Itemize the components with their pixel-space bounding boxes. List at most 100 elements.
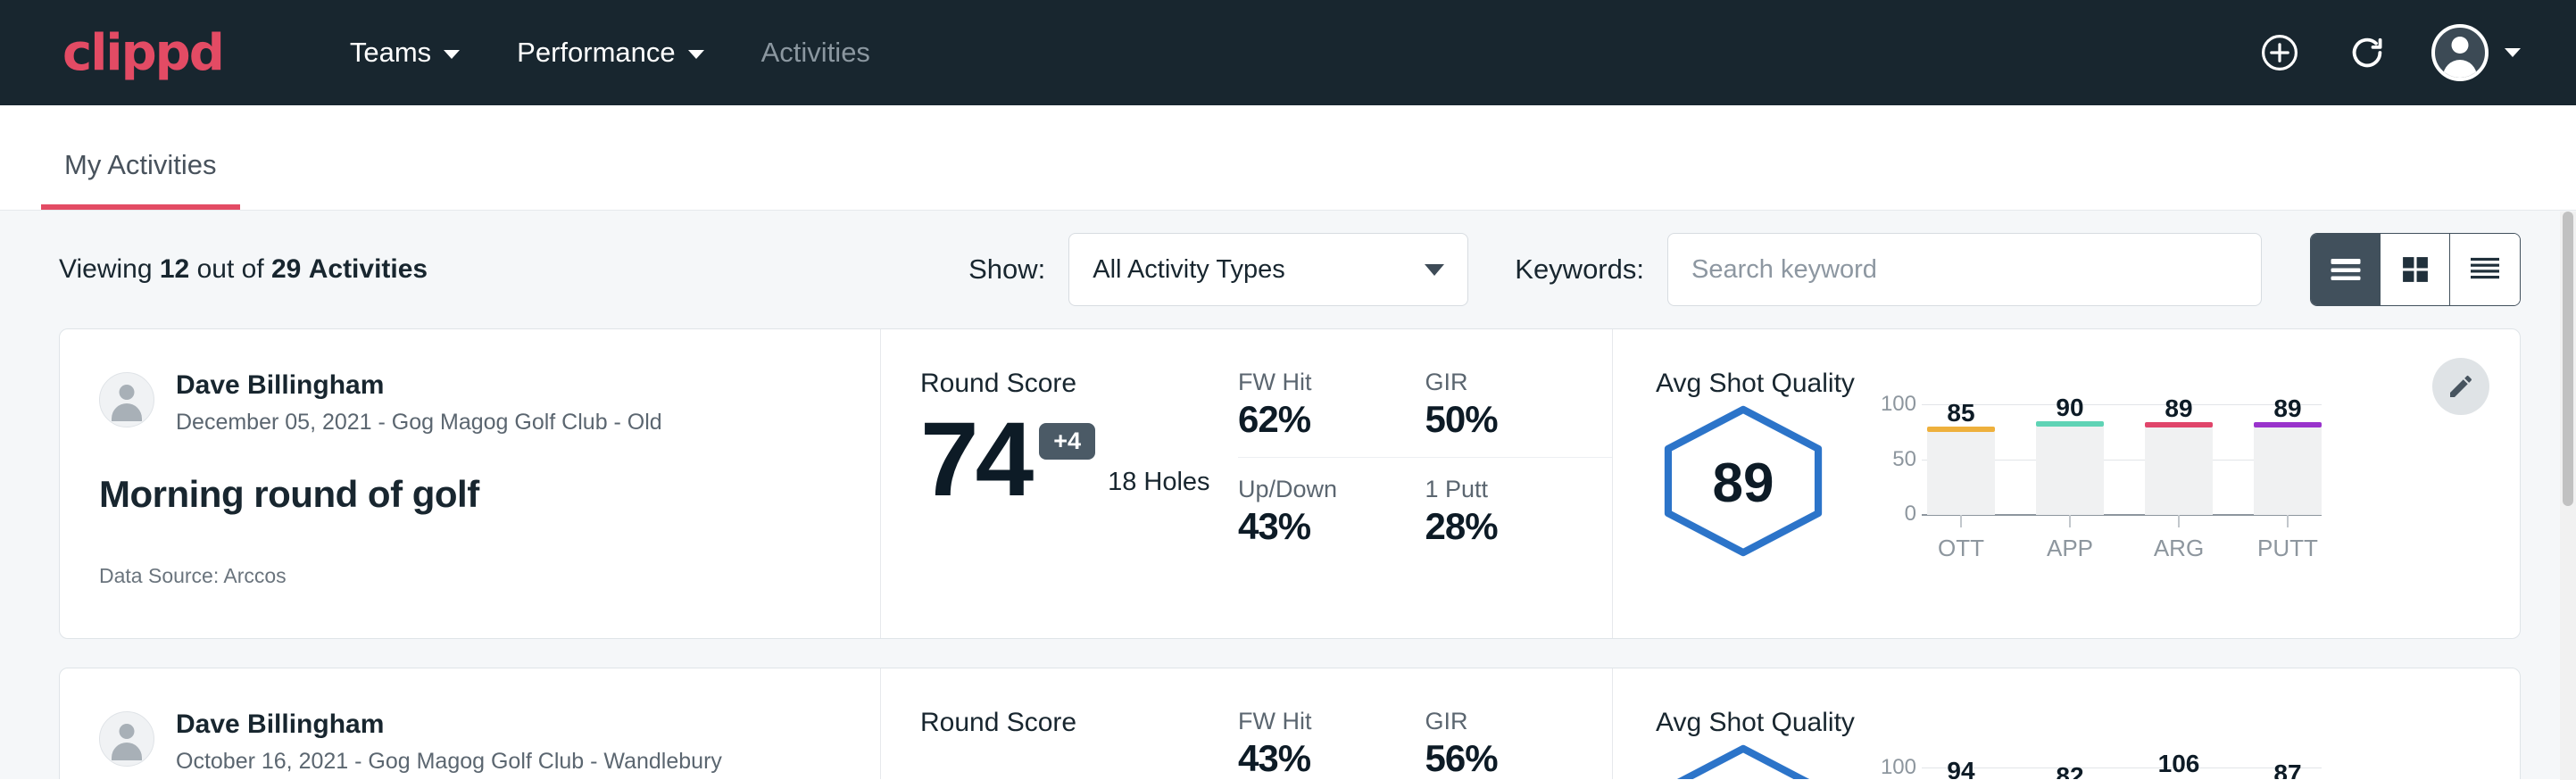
xlabel-arg: ARG [2145, 535, 2213, 562]
nav-item-performance[interactable]: Performance [488, 37, 732, 69]
view-mode-toggle-group [2310, 233, 2521, 306]
chart-plot-area: 100 50 0 85 90 [1875, 404, 2322, 515]
chart-tickmarks [1927, 515, 2322, 527]
stat-value: 50% [1425, 398, 1559, 441]
bar-app: 90 [2036, 404, 2104, 515]
nav-item-activities[interactable]: Activities [733, 37, 899, 69]
profile-header: Dave Billingham October 16, 2021 - Gog M… [99, 708, 837, 775]
shot-quality-value: 89 [1656, 404, 1831, 562]
bar-ott: 85 [1927, 404, 1995, 515]
bar-value: 94 [1927, 757, 1995, 780]
round-score-label: Round Score [920, 369, 1238, 399]
viewing-prefix: Viewing [59, 254, 153, 284]
avatar [99, 711, 154, 767]
stat-up-down: Up/Down 43% [1238, 458, 1425, 548]
chart-bars: 85 90 [1927, 404, 2322, 515]
list-view-icon[interactable] [2311, 234, 2381, 305]
bar-body [2254, 427, 2322, 515]
avg-shot-quality-column: Avg Shot Quality 100 94 [1613, 668, 2520, 779]
avatar-body [2443, 60, 2477, 81]
stat-label: FW Hit [1238, 369, 1372, 396]
shot-quality-bar-chart: 100 50 0 85 90 [1875, 404, 2322, 562]
bar-cap [2145, 422, 2213, 427]
show-label: Show: [968, 253, 1045, 286]
bar-value: 89 [2145, 394, 2213, 423]
nav-item-teams[interactable]: Teams [321, 37, 488, 69]
stat-fw-hit: FW Hit 62% [1238, 369, 1425, 458]
tab-bar: My Activities [0, 105, 2576, 211]
bar-value: 85 [1927, 399, 1995, 427]
score-differential-badge: +4 [1039, 423, 1095, 460]
player-name: Dave Billingham [176, 708, 722, 742]
nav-label-performance: Performance [517, 37, 675, 69]
stat-value: 43% [1238, 737, 1372, 779]
tickmark [2036, 515, 2104, 527]
stat-label: GIR [1425, 369, 1559, 396]
top-navigation-bar: clippd Teams Performance Activities [0, 0, 2576, 105]
chevron-down-icon [1425, 264, 1444, 276]
filters-right-group: Show: All Activity Types Keywords: [968, 233, 2521, 306]
stat-label: Up/Down [1238, 476, 1372, 503]
tab-my-activities[interactable]: My Activities [41, 149, 240, 210]
bar-value: 106 [2145, 750, 2213, 778]
bar-app: 82 [2036, 768, 2104, 780]
avg-shot-quality-label: Avg Shot Quality [1656, 708, 2520, 738]
data-source: Data Source: Arccos [99, 564, 837, 588]
chevron-down-icon [2505, 48, 2521, 57]
avatar [2431, 24, 2489, 81]
search-keyword-box[interactable] [1667, 233, 2262, 306]
bar-value: 90 [2036, 394, 2104, 422]
search-input[interactable] [1691, 255, 2238, 285]
xlabel-ott: OTT [1927, 535, 1995, 562]
stat-value: 56% [1425, 737, 1559, 779]
bar-value: 82 [2036, 762, 2104, 780]
avg-shot-quality-body: 89 100 50 0 85 [1656, 404, 2520, 562]
avatar-head [2452, 37, 2469, 54]
grid-view-icon[interactable] [2381, 234, 2450, 305]
keywords-label: Keywords: [1515, 253, 1644, 286]
ytick-100: 100 [1875, 392, 1916, 417]
shot-quality-bar-chart: 100 94 82 106 [1875, 768, 2322, 780]
ytick-100: 100 [1875, 755, 1916, 780]
avg-shot-quality-column: Avg Shot Quality 89 100 50 0 [1613, 329, 2520, 638]
stat-one-putt: 1 Putt 28% [1425, 458, 1613, 548]
stat-value: 62% [1238, 398, 1372, 441]
page-scrollbar[interactable] [2560, 212, 2576, 780]
viewing-count-text: Viewing 12 out of 29 Activities [59, 254, 428, 285]
stat-fw-hit: FW Hit 43% [1238, 708, 1425, 779]
account-menu[interactable] [2431, 24, 2521, 81]
avatar-head [120, 724, 135, 739]
bar-putt: 89 [2254, 404, 2322, 515]
bar-body [1927, 432, 1995, 515]
profile-header: Dave Billingham December 05, 2021 - Gog … [99, 369, 837, 436]
activity-type-select[interactable]: All Activity Types [1068, 233, 1468, 306]
nav-actions [2256, 24, 2521, 81]
viewing-mid: out of [197, 254, 264, 284]
activity-card[interactable]: Dave Billingham December 05, 2021 - Gog … [59, 328, 2521, 639]
compact-list-view-icon[interactable] [2450, 234, 2520, 305]
bar-ott: 94 [1927, 768, 1995, 780]
edit-activity-button[interactable] [2432, 358, 2489, 415]
add-circle-icon[interactable] [2256, 29, 2303, 76]
nav-label-teams: Teams [350, 37, 431, 69]
avatar [99, 372, 154, 427]
round-score-value: 74 [920, 410, 1030, 510]
filters-toolbar: Viewing 12 out of 29 Activities Show: Al… [59, 211, 2521, 328]
avg-shot-quality-body: 100 94 82 106 [1656, 743, 2520, 779]
ytick-50: 50 [1875, 447, 1916, 472]
ytick-0: 0 [1875, 502, 1916, 527]
avatar-head [120, 385, 135, 400]
scrollbar-thumb[interactable] [2563, 212, 2573, 506]
bar-cap [2036, 421, 2104, 427]
clippd-logo[interactable]: clippd [62, 24, 223, 82]
xlabel-putt: PUTT [2254, 535, 2322, 562]
refresh-icon[interactable] [2344, 29, 2390, 76]
activity-profile-column: Dave Billingham October 16, 2021 - Gog M… [60, 668, 881, 779]
tickmark [2254, 515, 2322, 527]
stat-label: GIR [1425, 708, 1559, 735]
stat-value: 43% [1238, 505, 1372, 548]
xlabel-app: APP [2036, 535, 2104, 562]
viewing-suffix: Activities [309, 254, 428, 284]
tickmark [1927, 515, 1995, 527]
activity-card[interactable]: Dave Billingham October 16, 2021 - Gog M… [59, 668, 2521, 779]
